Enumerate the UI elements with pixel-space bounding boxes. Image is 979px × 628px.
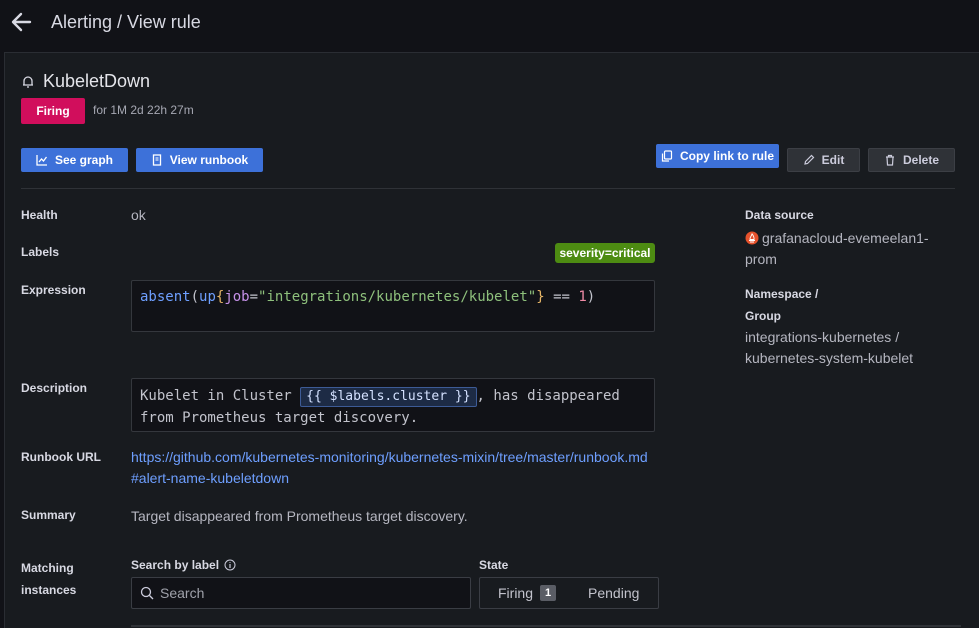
datasource-value: grafanacloud-evemeelan1-prom xyxy=(745,228,955,270)
search-input-wrapper[interactable] xyxy=(131,577,471,609)
pencil-icon xyxy=(803,154,815,165)
bell-icon xyxy=(23,75,33,88)
search-input[interactable] xyxy=(160,585,460,601)
namespace-label-line1: Namespace / xyxy=(745,287,819,301)
runbook-url-link[interactable]: https://github.com/kubernetes-monitoring… xyxy=(131,447,655,489)
state-label: State xyxy=(479,558,509,572)
expr-eq: = xyxy=(249,289,259,305)
copy-icon xyxy=(661,150,673,162)
state-pending-label: Pending xyxy=(588,585,640,601)
description-pre: Kubelet in Cluster xyxy=(140,388,301,404)
summary-label: Summary xyxy=(21,508,76,522)
matching-label-line1: Matching xyxy=(21,561,74,575)
expr-fn: absent xyxy=(140,289,191,305)
matching-label-line2: instances xyxy=(21,583,77,597)
expression-label: Expression xyxy=(21,283,86,297)
state-firing-label: Firing xyxy=(498,585,534,601)
namespace-label-line2: Group xyxy=(745,309,781,323)
expr-string: "integrations/kubernetes/kubelet" xyxy=(258,289,537,305)
state-firing-option[interactable]: Firing 1 xyxy=(498,585,557,601)
description-template: {{ $labels.cluster }} xyxy=(300,387,477,407)
expr-operator: == xyxy=(544,289,579,305)
search-icon xyxy=(140,586,154,600)
view-runbook-label: View runbook xyxy=(169,153,249,167)
instances-table-edge xyxy=(131,625,961,627)
top-bar: Alerting / View rule xyxy=(0,0,979,46)
view-runbook-button[interactable]: View runbook xyxy=(136,148,263,172)
info-icon[interactable] xyxy=(224,559,236,571)
see-graph-label: See graph xyxy=(54,153,114,167)
state-duration: for 1M 2d 22h 27m xyxy=(93,103,194,117)
graph-icon xyxy=(36,155,48,166)
search-by-label: Search by label xyxy=(131,558,236,572)
state-filter: Firing 1 Pending xyxy=(479,577,659,609)
search-by-label-text: Search by label xyxy=(131,558,220,572)
state-pending-option[interactable]: Pending xyxy=(588,585,639,601)
expr-number: 1 xyxy=(578,289,587,305)
expr-brace-close: } xyxy=(536,289,545,305)
runbook-url-label: Runbook URL xyxy=(21,450,101,464)
health-value: ok xyxy=(131,207,146,223)
labels-label: Labels xyxy=(21,245,60,259)
expr-paren-close: ) xyxy=(586,289,596,305)
rule-heading: KubeletDown xyxy=(21,71,150,92)
trash-icon xyxy=(885,154,894,166)
firing-count-badge: 1 xyxy=(540,585,557,601)
book-icon xyxy=(152,154,161,166)
see-graph-button[interactable]: See graph xyxy=(21,148,128,172)
edit-button[interactable]: Edit xyxy=(787,148,860,172)
expr-paren-open: ( xyxy=(190,289,200,305)
namespace-value: integrations-kubernetes / kubernetes-sys… xyxy=(745,329,914,366)
delete-button[interactable]: Delete xyxy=(868,148,955,172)
state-badge: Firing xyxy=(21,98,85,124)
expr-key: job xyxy=(224,289,250,305)
page-title: Alerting / View rule xyxy=(51,12,201,32)
delete-label: Delete xyxy=(902,153,940,167)
datasource-label: Data source xyxy=(745,208,814,222)
description-text: Kubelet in Cluster {{ $labels.cluster }}… xyxy=(131,378,655,432)
copy-link-button[interactable]: Copy link to rule xyxy=(656,144,779,168)
health-label: Health xyxy=(21,208,58,222)
datasource-name: grafanacloud-evemeelan1-prom xyxy=(745,230,929,267)
expr-inner-fn: up xyxy=(199,289,216,305)
rule-name: KubeletDown xyxy=(43,71,151,91)
arrow-left-icon[interactable] xyxy=(10,11,32,33)
description-label: Description xyxy=(21,381,88,395)
edit-label: Edit xyxy=(821,153,845,167)
prometheus-icon xyxy=(745,231,759,245)
summary-value: Target disappeared from Prometheus targe… xyxy=(131,508,468,524)
copy-link-label: Copy link to rule xyxy=(679,149,774,163)
expression-code: absent(up{job="integrations/kubernetes/k… xyxy=(131,280,655,332)
severity-badge: severity=critical xyxy=(555,243,655,263)
rule-panel: KubeletDown Firing for 1M 2d 22h 27m See… xyxy=(4,52,979,628)
divider xyxy=(21,188,955,189)
